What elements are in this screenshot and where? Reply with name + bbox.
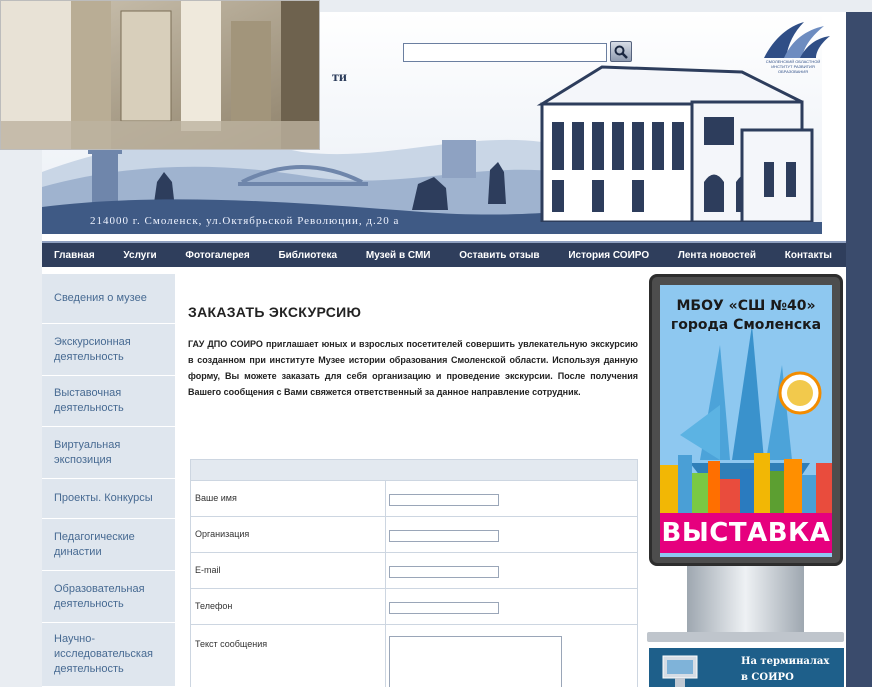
form-row-phone: Телефон xyxy=(191,589,637,625)
column-divider xyxy=(385,589,386,624)
soiro-logo-icon xyxy=(764,22,830,58)
poster-frame: МБОУ «СШ №40» города Смоленска ВЫСТАВКА xyxy=(649,274,843,566)
form-row-organization: Организация xyxy=(191,517,637,553)
sidebar-item-about[interactable]: Сведения о музее xyxy=(42,274,175,324)
sidebar-item-dynasties[interactable]: Педагогические династии xyxy=(42,519,175,571)
organization-label: Организация xyxy=(195,529,250,539)
message-label: Текст сообщения xyxy=(195,639,268,649)
form-header xyxy=(190,459,638,481)
poster-stand xyxy=(687,566,804,632)
column-divider xyxy=(385,481,386,516)
form-row-name: Ваше имя xyxy=(191,481,637,517)
site-address: 214000 г. Смоленск, ул.Октябрьской Револ… xyxy=(90,215,400,227)
excursion-form: Ваше имя Организация E-mail Телефон Текс xyxy=(190,481,638,687)
sidebar-item-virtual-exposition[interactable]: Виртуальная экспозиция xyxy=(42,427,175,479)
poster-title-line1: МБОУ «СШ №40» xyxy=(676,298,816,314)
sidebar-item-education[interactable]: Образовательная деятельность xyxy=(42,571,175,623)
logo-caption: СМОЛЕНСКИЙ ОБЛАСТНОЙ ИНСТИТУТ РАЗВИТИЯ О… xyxy=(765,59,821,74)
column-divider xyxy=(385,553,386,588)
museum-interior-photo xyxy=(1,1,319,149)
search-button[interactable] xyxy=(610,41,632,62)
page-title: ЗАКАЗАТЬ ЭКСКУРСИЮ xyxy=(188,304,362,320)
terminal-banner[interactable]: На терминалах в СОИРО xyxy=(649,648,844,687)
sidebar-item-exhibitions[interactable]: Выставочная деятельность xyxy=(42,376,175,427)
terminal-text: На терминалах в СОИРО xyxy=(741,654,829,686)
email-label: E-mail xyxy=(195,565,221,575)
museum-photo-popup[interactable] xyxy=(0,0,320,150)
poster-banner-text: ВЫСТАВКА xyxy=(661,518,831,548)
column-divider xyxy=(385,517,386,552)
search-input[interactable] xyxy=(403,43,607,62)
email-input[interactable] xyxy=(389,566,499,578)
message-textarea[interactable] xyxy=(389,636,562,687)
phone-label: Телефон xyxy=(195,601,233,611)
right-dark-band xyxy=(846,12,872,687)
poster-title-line2: города Смоленска xyxy=(670,317,822,333)
nav-item-home[interactable]: Главная xyxy=(54,250,95,261)
nav-item-news[interactable]: Лента новостей xyxy=(678,250,756,261)
nav-item-feedback[interactable]: Оставить отзыв xyxy=(459,250,539,261)
nav-item-media[interactable]: Музей в СМИ xyxy=(366,250,431,261)
phone-input[interactable] xyxy=(389,602,499,614)
nav-item-contacts[interactable]: Контакты xyxy=(785,250,832,261)
sidebar-item-excursions[interactable]: Экскурсионная деятельность xyxy=(42,324,175,376)
site-title-fragment: ти xyxy=(332,70,347,85)
sidebar-item-research[interactable]: Научно-исследовательская деятельность xyxy=(42,623,175,687)
form-row-message: Текст сообщения xyxy=(191,625,637,687)
left-sidebar: Сведения о музее Экскурсионная деятельно… xyxy=(42,274,175,687)
poster-image: МБОУ «СШ №40» города Смоленска ВЫСТАВКА xyxy=(660,285,832,557)
nav-item-history[interactable]: История СОИРО xyxy=(568,250,649,261)
terminal-text-line2: в СОИРО xyxy=(741,672,794,683)
intro-text: ГАУ ДПО СОИРО приглашает юных и взрослых… xyxy=(188,339,638,397)
poster-banner: ВЫСТАВКА xyxy=(660,513,832,553)
terminal-kiosk-icon xyxy=(662,655,698,687)
main-nav: Главная Услуги Фотогалерея Библиотека Му… xyxy=(42,241,846,267)
form-row-email: E-mail xyxy=(191,553,637,589)
search-icon xyxy=(614,45,628,59)
sidebar-item-projects[interactable]: Проекты. Конкурсы xyxy=(42,479,175,519)
name-label: Ваше имя xyxy=(195,493,237,503)
exhibition-poster[interactable]: МБОУ «СШ №40» города Смоленска ВЫСТАВКА … xyxy=(647,274,844,687)
poster-title: МБОУ «СШ №40» города Смоленска xyxy=(660,297,832,335)
column-divider xyxy=(385,625,386,687)
terminal-text-line1: На терминалах xyxy=(741,656,830,667)
organization-input[interactable] xyxy=(389,530,499,542)
nav-item-library[interactable]: Библиотека xyxy=(278,250,337,261)
poster-base xyxy=(647,632,844,642)
nav-item-services[interactable]: Услуги xyxy=(123,250,156,261)
nav-item-gallery[interactable]: Фотогалерея xyxy=(185,250,249,261)
name-input[interactable] xyxy=(389,494,499,506)
